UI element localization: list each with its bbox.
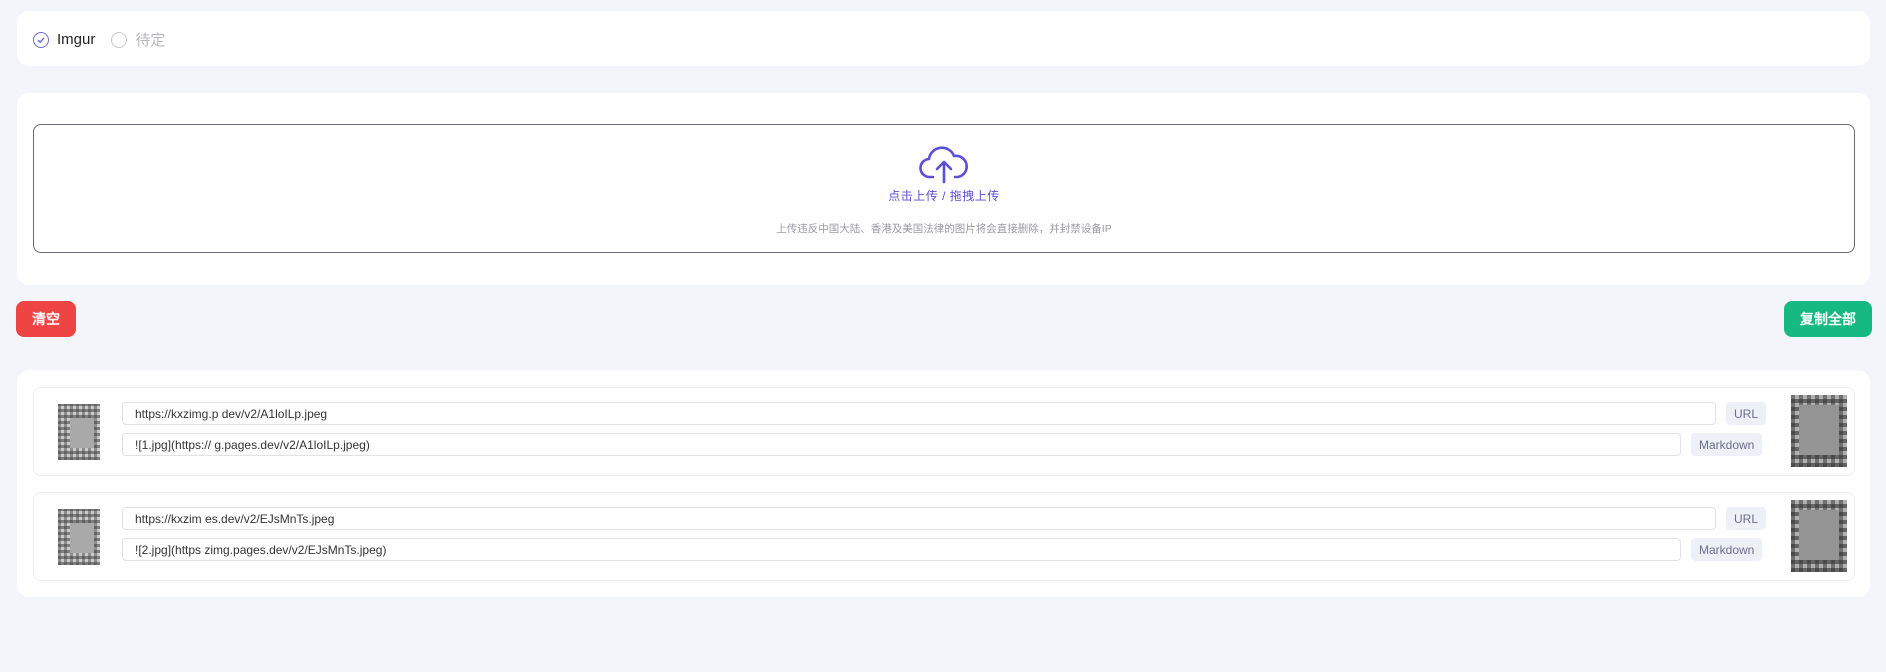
- copy-all-button[interactable]: 复制全部: [1784, 301, 1872, 337]
- url-row: https://kxzimg.p dev/v2/A1loILp.jpeg URL: [122, 402, 1767, 425]
- provider-card: Imgur 待定: [17, 11, 1870, 66]
- image-thumbnail: [58, 404, 100, 460]
- url-field[interactable]: https://kxzim es.dev/v2/EJsMnTs.jpeg: [122, 507, 1716, 530]
- upload-dropzone[interactable]: 点击上传 / 拖拽上传 上传违反中国大陆、香港及美国法律的图片将会直接删除，并封…: [33, 124, 1855, 253]
- provider-label: 待定: [135, 32, 166, 49]
- url-field[interactable]: https://kxzimg.p dev/v2/A1loILp.jpeg: [122, 402, 1716, 425]
- results-card: https://kxzimg.p dev/v2/A1loILp.jpeg URL…: [17, 370, 1870, 597]
- radio-unchecked-icon: [111, 31, 128, 48]
- markdown-row: ![2.jpg](https zimg.pages.dev/v2/EJsMnTs…: [122, 538, 1763, 561]
- clear-button[interactable]: 清空: [16, 301, 76, 337]
- qr-code: [1791, 500, 1847, 572]
- upload-card: 点击上传 / 拖拽上传 上传违反中国大陆、香港及美国法律的图片将会直接删除，并封…: [17, 93, 1870, 285]
- markdown-field[interactable]: ![1.jpg](https:// g.pages.dev/v2/A1loILp…: [122, 433, 1681, 456]
- copy-url-button[interactable]: URL: [1726, 402, 1767, 425]
- upload-title: 点击上传 / 拖拽上传: [888, 189, 1000, 203]
- copy-markdown-button[interactable]: Markdown: [1691, 538, 1763, 561]
- radio-checked-icon: [33, 31, 49, 48]
- provider-option-pending[interactable]: 待定: [111, 29, 165, 50]
- markdown-field[interactable]: ![2.jpg](https zimg.pages.dev/v2/EJsMnTs…: [122, 538, 1681, 561]
- cloud-upload-icon: [919, 146, 968, 184]
- upload-hint: 上传违反中国大陆、香港及美国法律的图片将会直接删除，并封禁设备IP: [776, 223, 1112, 235]
- copy-markdown-button[interactable]: Markdown: [1691, 433, 1763, 456]
- result-item: https://kxzim es.dev/v2/EJsMnTs.jpeg URL…: [33, 492, 1855, 581]
- provider-option-imgur[interactable]: Imgur: [33, 31, 95, 48]
- qr-code: [1791, 395, 1847, 467]
- provider-label: Imgur: [57, 31, 96, 48]
- result-item: https://kxzimg.p dev/v2/A1loILp.jpeg URL…: [33, 387, 1855, 476]
- copy-url-button[interactable]: URL: [1726, 507, 1767, 530]
- markdown-row: ![1.jpg](https:// g.pages.dev/v2/A1loILp…: [122, 433, 1763, 456]
- image-thumbnail: [58, 509, 100, 565]
- provider-radio-group: Imgur 待定: [33, 29, 181, 50]
- url-row: https://kxzim es.dev/v2/EJsMnTs.jpeg URL: [122, 507, 1767, 530]
